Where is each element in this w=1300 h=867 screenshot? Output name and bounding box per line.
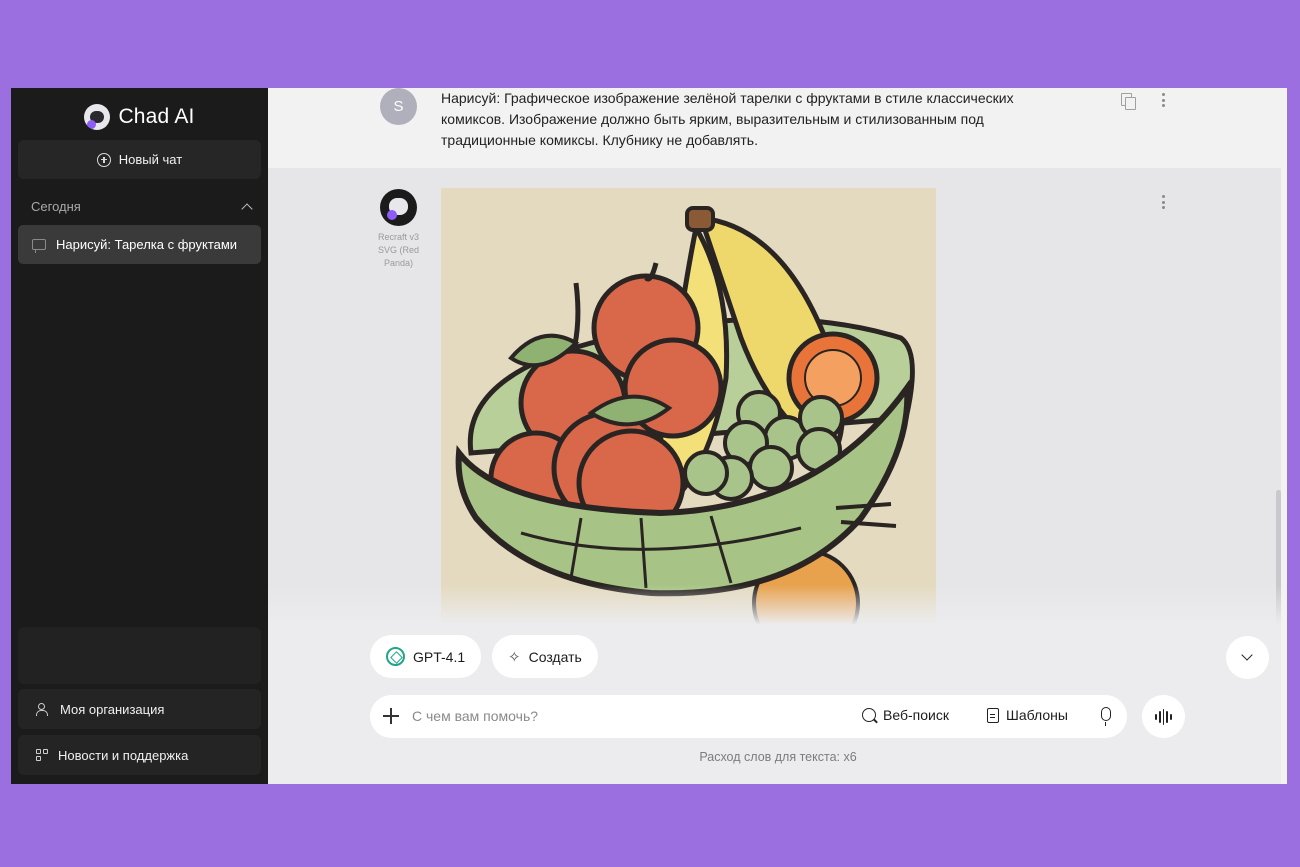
chat-bubble-icon [32,239,46,253]
app-window: Chad AI Новый чат Сегодня Нарисуй: Тарел… [11,88,1287,784]
more-vertical-icon[interactable] [1161,195,1165,209]
user-message: Нарисуй: Графическое изображение зелёной… [441,90,1014,148]
logo-icon [84,104,111,130]
my-organization-button[interactable]: Моя организация [18,689,261,729]
voice-mode-button[interactable] [1142,695,1185,738]
model-caption: Recraft v3 SVG (Red Panda) [377,232,419,268]
scroll-fade [268,585,1281,625]
gpt-icon [386,647,405,666]
templates-button[interactable]: Шаблоны [987,707,1068,723]
sparkle-icon: ✧ [508,648,521,666]
web-search-label: Веб-поиск [883,707,949,723]
microphone-icon[interactable] [1101,707,1111,726]
sidebar-blank-card [18,627,261,684]
assistant-avatar [380,189,417,226]
usage-note: Расход слов для текста: x6 [699,750,857,764]
create-label: Создать [528,648,582,665]
copy-icon[interactable] [1121,93,1136,110]
more-vertical-icon[interactable] [1161,93,1165,107]
message-input[interactable] [412,705,842,727]
news-support-label: Новости и поддержка [58,747,189,763]
grid-plus-icon [36,748,49,762]
fruit-bowl-illustration [441,188,936,638]
generated-image[interactable] [441,188,936,638]
document-icon [987,707,999,723]
templates-label: Шаблоны [1006,707,1068,723]
section-title: Сегодня [31,199,81,214]
my-organization-label: Моя организация [60,701,165,717]
model-label: GPT-4.1 [413,648,466,665]
scroll-down-button[interactable] [1226,636,1269,679]
message-input-bar: Веб-поиск Шаблоны [370,695,1127,738]
web-search-button[interactable]: Веб-поиск [862,707,949,723]
chevron-up-icon[interactable] [241,202,253,215]
app-name: Chad AI [118,105,195,128]
plus-circle-icon [96,152,111,167]
news-support-button[interactable]: Новости и поддержка [18,735,261,775]
user-avatar: S [380,88,417,125]
new-chat-button[interactable]: Новый чат [18,140,261,179]
sidebar: Chad AI Новый чат Сегодня Нарисуй: Тарел… [11,88,268,784]
search-icon [862,708,876,722]
chat-title: Нарисуй: Тарелка с фруктами [56,237,238,252]
section-today[interactable]: Сегодня [31,199,253,215]
composer: GPT-4.1 ✧ Создать Веб-поиск Шаблоны [268,625,1281,784]
chat-main: S Нарисуй: Графическое изображение зелён… [268,88,1287,784]
create-button[interactable]: ✧ Создать [492,635,598,678]
new-chat-label: Новый чат [118,152,183,167]
model-selector-button[interactable]: GPT-4.1 [370,635,482,678]
brand[interactable]: Chad AI [11,102,268,132]
plus-icon[interactable] [382,707,400,725]
chat-list-item[interactable]: Нарисуй: Тарелка с фруктами [18,225,261,264]
people-icon [36,703,51,716]
